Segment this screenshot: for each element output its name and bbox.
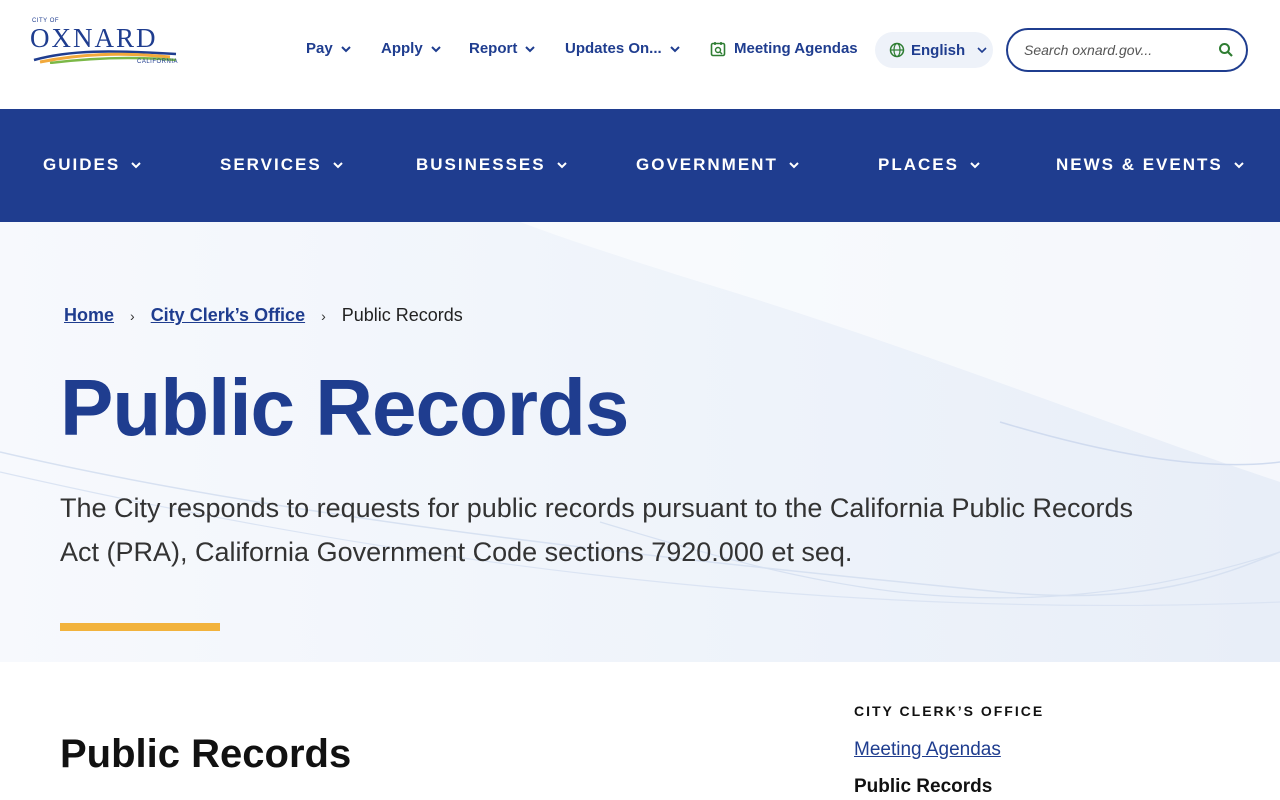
search-box <box>1006 28 1248 72</box>
search-input[interactable] <box>1024 42 1210 58</box>
page-intro: The City responds to requests for public… <box>60 493 1134 567</box>
nav-news-label: NEWS & EVENTS <box>1056 155 1223 174</box>
apply-menu[interactable]: Apply <box>381 40 441 57</box>
sidebar-heading: CITY CLERK’S OFFICE <box>854 703 1045 719</box>
chevron-down-icon <box>789 162 799 169</box>
page-title: Public Records <box>60 363 629 452</box>
nav-businesses-label: BUSINESSES <box>416 155 546 174</box>
nav-services[interactable]: SERVICES <box>220 155 344 175</box>
nav-guides[interactable]: GUIDES <box>43 155 142 175</box>
breadcrumb: Home › City Clerk’s Office › Public Reco… <box>64 305 463 326</box>
nav-government-label: GOVERNMENT <box>636 155 778 174</box>
breadcrumb-home[interactable]: Home <box>64 305 114 326</box>
chevron-down-icon <box>1234 162 1244 169</box>
logo-california: CALIFORNIA <box>137 59 179 65</box>
city-logo[interactable]: CITY OF OXNARD CALIFORNIA <box>30 18 180 72</box>
chevron-down-icon <box>430 45 441 52</box>
updates-menu[interactable]: Updates On... <box>565 40 680 57</box>
breadcrumb-city-clerk[interactable]: City Clerk’s Office <box>151 305 305 326</box>
chevron-right-icon: › <box>130 307 135 324</box>
chevron-down-icon <box>970 162 980 169</box>
chevron-down-icon <box>556 162 567 169</box>
chevron-down-icon <box>340 45 351 52</box>
utility-header: CITY OF OXNARD CALIFORNIA Pay Apply Repo… <box>0 0 1280 109</box>
sidebar-item-current: Public Records <box>854 776 993 797</box>
nav-businesses[interactable]: BUSINESSES <box>416 155 568 175</box>
apply-label: Apply <box>381 40 423 57</box>
meeting-agendas-link[interactable]: Meeting Agendas <box>710 40 858 57</box>
breadcrumb-current: Public Records <box>341 305 463 325</box>
chevron-down-icon <box>525 45 536 52</box>
meeting-agendas-label: Meeting Agendas <box>734 40 858 57</box>
updates-label: Updates On... <box>565 40 662 57</box>
pay-label: Pay <box>306 40 333 57</box>
chevron-down-icon <box>977 47 987 54</box>
nav-services-label: SERVICES <box>220 155 322 174</box>
pay-menu[interactable]: Pay <box>306 40 351 57</box>
nav-government[interactable]: GOVERNMENT <box>636 155 800 175</box>
chevron-down-icon <box>669 45 680 52</box>
page-hero: Home › City Clerk’s Office › Public Reco… <box>0 222 1280 662</box>
accent-divider <box>60 623 220 631</box>
chevron-right-icon: › <box>321 307 326 324</box>
calendar-check-icon <box>710 41 726 56</box>
nav-places-label: PLACES <box>878 155 959 174</box>
report-label: Report <box>469 40 518 57</box>
nav-guides-label: GUIDES <box>43 155 121 174</box>
report-menu[interactable]: Report <box>469 40 536 57</box>
language-label: English <box>911 41 966 59</box>
nav-places[interactable]: PLACES <box>878 155 981 175</box>
globe-icon <box>889 42 905 58</box>
search-icon[interactable] <box>1218 42 1234 58</box>
chevron-down-icon <box>332 162 343 169</box>
nav-news-events[interactable]: NEWS & EVENTS <box>1056 155 1245 175</box>
main-navigation: GUIDES SERVICES BUSINESSES GOVERNMENT PL… <box>0 109 1280 222</box>
section-heading: Public Records <box>60 732 352 776</box>
sidebar-link-meeting-agendas[interactable]: Meeting Agendas <box>854 739 1001 761</box>
chevron-down-icon <box>131 162 141 169</box>
language-selector[interactable]: English <box>875 32 993 68</box>
